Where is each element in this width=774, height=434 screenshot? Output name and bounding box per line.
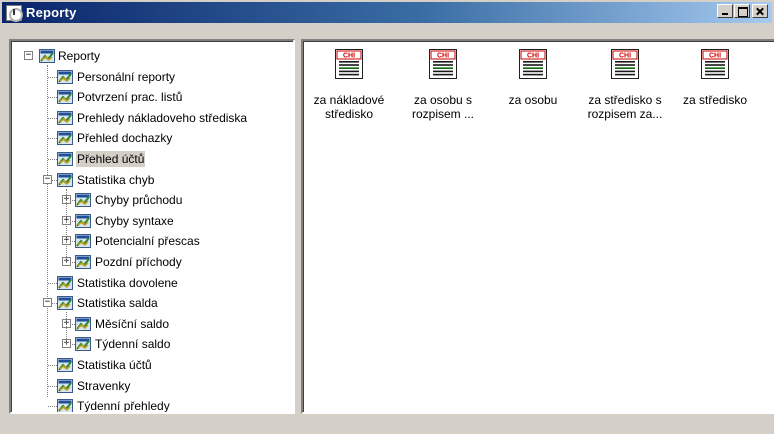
tree-container: − Reporty Personální reporty Potvrzení prac… bbox=[11, 41, 293, 412]
tree-item-label[interactable]: Týdenní saldo bbox=[94, 336, 171, 352]
report-tree[interactable]: − Reporty Personální reporty Potvrzení prac… bbox=[9, 39, 295, 414]
minimize-button[interactable] bbox=[717, 4, 733, 18]
report-folder-icon bbox=[57, 151, 73, 167]
tile-label-line2: rozpisem ... bbox=[411, 107, 474, 121]
report-document-icon: CHI bbox=[669, 49, 761, 79]
tree-line bbox=[48, 159, 57, 160]
report-folder-icon bbox=[75, 254, 91, 270]
report-document-icon: CHI bbox=[487, 49, 579, 79]
tree-line bbox=[48, 138, 57, 140]
title-bar[interactable]: Reporty bbox=[2, 2, 772, 23]
report-folder-icon bbox=[39, 48, 55, 64]
tile-label: za středisko bbox=[669, 93, 761, 107]
tree-line bbox=[48, 97, 57, 99]
tree-item-label[interactable]: Potvrzení prac. listů bbox=[76, 89, 183, 105]
tile-label: za osobu bbox=[487, 93, 579, 107]
report-folder-icon bbox=[57, 295, 73, 311]
tile-label: za nákladové středisko bbox=[303, 93, 395, 121]
report-tile[interactable]: CHI za středisko s rozpisem za... bbox=[579, 49, 671, 121]
svg-text:CHI: CHI bbox=[619, 53, 631, 60]
tree-item-label[interactable]: Chyby syntaxe bbox=[94, 213, 175, 229]
tree-item-label[interactable]: Personální reporty bbox=[76, 69, 176, 85]
tree-item-label[interactable]: Statistika dovolene bbox=[76, 275, 179, 291]
tree-root-label[interactable]: Reporty bbox=[57, 48, 101, 64]
report-document-icon: CHI bbox=[397, 49, 489, 79]
tile-label: za středisko s rozpisem za... bbox=[579, 93, 671, 121]
report-folder-icon bbox=[57, 172, 73, 188]
svg-text:CHI: CHI bbox=[527, 53, 539, 60]
tree-item-label[interactable]: Statistika účtů bbox=[76, 357, 153, 373]
tree-line bbox=[47, 65, 48, 397]
report-folder-icon bbox=[75, 316, 91, 332]
tile-label-line1: za středisko bbox=[682, 93, 748, 107]
tree-item-label[interactable]: Statistika salda bbox=[76, 295, 159, 311]
tree-line bbox=[48, 385, 57, 387]
svg-text:CHI: CHI bbox=[343, 53, 355, 60]
reporty-window: Reporty − Reporty Personální reporty Potvrz… bbox=[0, 0, 774, 434]
report-folder-icon bbox=[57, 398, 73, 412]
tree-line bbox=[66, 188, 67, 263]
report-folder-icon bbox=[57, 89, 73, 105]
report-document-icon: CHI bbox=[303, 49, 395, 79]
tile-label-line2: rozpisem za... bbox=[587, 107, 663, 121]
report-list[interactable]: CHI za nákladové středisko CHI za osobu s roz… bbox=[301, 39, 774, 414]
report-folder-icon bbox=[75, 336, 91, 352]
report-folder-icon bbox=[57, 378, 73, 394]
report-folder-icon bbox=[75, 233, 91, 249]
tile-label-line1: za středisko s bbox=[588, 93, 662, 107]
tree-line bbox=[48, 282, 57, 284]
collapse-expander[interactable]: − bbox=[24, 51, 33, 60]
tree-line bbox=[48, 76, 57, 78]
report-tile[interactable]: CHI za středisko bbox=[669, 49, 761, 107]
svg-text:CHI: CHI bbox=[437, 53, 449, 60]
tree-line bbox=[48, 117, 57, 119]
svg-text:CHI: CHI bbox=[709, 53, 721, 60]
tile-label-line1: za osobu bbox=[508, 93, 558, 107]
report-folder-icon bbox=[75, 192, 91, 208]
report-folder-icon bbox=[57, 275, 73, 291]
tree-item-label[interactable]: Přehled účtů bbox=[76, 151, 146, 167]
tree-item-label[interactable]: Pozdní příchody bbox=[94, 254, 183, 270]
tree-line bbox=[48, 406, 57, 408]
window-title: Reporty bbox=[26, 5, 77, 20]
report-folder-icon bbox=[57, 69, 73, 85]
tree-line bbox=[48, 365, 57, 366]
tree-item-label[interactable]: Prehledy nákladoveho střediska bbox=[76, 110, 248, 126]
tree-item-label[interactable]: Potencialní přescas bbox=[94, 233, 201, 249]
report-folder-icon bbox=[57, 130, 73, 146]
tile-label: za osobu s rozpisem ... bbox=[397, 93, 489, 121]
window-controls bbox=[716, 4, 768, 18]
report-folder-icon bbox=[57, 110, 73, 126]
tree-item-label[interactable]: Týdenní přehledy bbox=[76, 398, 171, 412]
report-tile[interactable]: CHI za osobu s rozpisem ... bbox=[397, 49, 489, 121]
tile-label-line2: středisko bbox=[324, 107, 374, 121]
report-folder-icon bbox=[57, 357, 73, 373]
tile-label-line1: za osobu s bbox=[413, 93, 473, 107]
report-folder-icon bbox=[75, 213, 91, 229]
collapse-expander[interactable]: − bbox=[43, 174, 52, 184]
tree-line bbox=[66, 312, 67, 346]
tree-item-label[interactable]: Stravenky bbox=[76, 378, 131, 394]
tree-item-label[interactable]: Měsíční saldo bbox=[94, 316, 170, 332]
tree-item-label[interactable]: Přehled dochazky bbox=[76, 130, 173, 146]
tile-label-line1: za nákladové bbox=[313, 93, 385, 107]
close-button[interactable] bbox=[752, 4, 768, 18]
clock-icon[interactable] bbox=[6, 4, 23, 22]
report-tile[interactable]: CHI za nákladové středisko bbox=[303, 49, 395, 121]
report-tile[interactable]: CHI za osobu bbox=[487, 49, 579, 107]
collapse-expander[interactable]: − bbox=[43, 298, 52, 308]
tree-item-label[interactable]: Statistika chyb bbox=[76, 172, 155, 188]
report-document-icon: CHI bbox=[579, 49, 671, 79]
tree-item-label[interactable]: Chyby průchodu bbox=[94, 192, 183, 208]
maximize-button[interactable] bbox=[734, 4, 750, 18]
